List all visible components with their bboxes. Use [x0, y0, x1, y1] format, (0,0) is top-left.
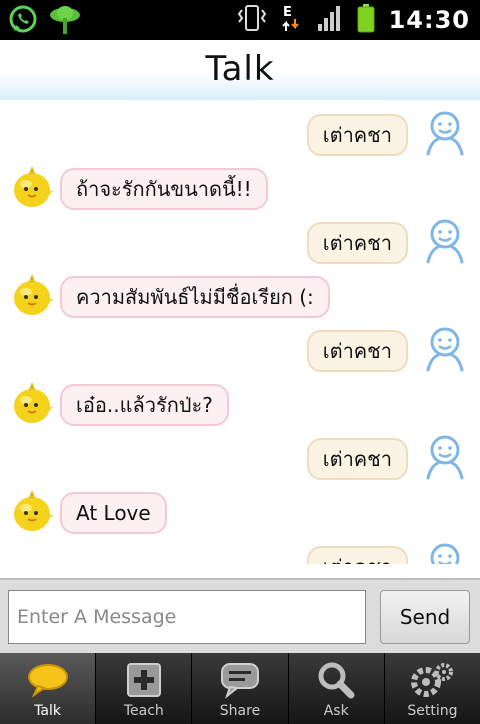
signal-icon — [317, 4, 343, 36]
bot-message-bubble[interactable]: เอ๋อ..แล้วรักป่ะ? — [60, 384, 229, 426]
battery-icon — [357, 3, 375, 37]
my-message-row[interactable]: เต่าคชา — [306, 542, 468, 564]
simsimi-avatar-icon — [10, 488, 56, 538]
chat-bubble-icon — [26, 661, 70, 699]
my-message-row[interactable]: เต่าคชา — [306, 434, 468, 484]
user-avatar-icon — [422, 326, 468, 376]
gears-icon — [410, 661, 454, 699]
bot-message-row[interactable]: ความสัมพันธ์ไม่มีชื่อเรียก (: — [10, 272, 330, 322]
my-message-row[interactable]: เต่าคชา — [306, 326, 468, 376]
magnifier-icon — [314, 661, 358, 699]
my-message-bubble[interactable]: เต่าคชา — [306, 546, 408, 564]
bottom-nav: Talk Teach Share Ask Setting — [0, 653, 480, 724]
send-button[interactable]: Send — [380, 590, 470, 644]
chat-area[interactable]: เต่าคชา ถ้าจะรักกันขนาดนี้!! เต่าคชา ความสั… — [0, 100, 480, 564]
network-e-icon: E — [281, 3, 303, 37]
bot-message-bubble[interactable]: ถ้าจะรักกันขนาดนี้!! — [60, 168, 268, 210]
nav-label-ask: Ask — [323, 703, 349, 719]
bot-message-row[interactable]: At Love — [10, 488, 167, 538]
nav-item-talk[interactable]: Talk — [0, 653, 97, 724]
nav-label-share: Share — [219, 703, 261, 719]
clover-icon — [48, 4, 82, 40]
nav-label-teach: Teach — [123, 703, 164, 719]
simsimi-avatar-icon — [10, 164, 56, 214]
plus-box-icon — [122, 661, 166, 699]
whatsapp-icon — [8, 5, 38, 39]
my-message-row[interactable]: เต่าคชา — [306, 218, 468, 268]
message-input[interactable] — [8, 590, 366, 644]
bot-message-bubble[interactable]: ความสัมพันธ์ไม่มีชื่อเรียก (: — [60, 276, 330, 318]
bot-message-row[interactable]: เอ๋อ..แล้วรักป่ะ? — [10, 380, 229, 430]
svg-text:E: E — [283, 5, 292, 20]
page-title: Talk — [205, 49, 275, 89]
bot-message-bubble[interactable]: At Love — [60, 492, 167, 534]
user-avatar-icon — [422, 218, 468, 268]
nav-label-setting: Setting — [407, 703, 458, 719]
nav-item-teach[interactable]: Teach — [96, 653, 193, 724]
vibrate-icon — [237, 4, 267, 36]
user-avatar-icon — [422, 542, 468, 564]
simsimi-avatar-icon — [10, 380, 56, 430]
simsimi-avatar-icon — [10, 272, 56, 322]
message-compose-bar: Send — [0, 578, 480, 655]
nav-label-talk: Talk — [34, 703, 61, 719]
user-avatar-icon — [422, 434, 468, 484]
my-message-bubble[interactable]: เต่าคชา — [306, 222, 408, 264]
bot-message-row[interactable]: ถ้าจะรักกันขนาดนี้!! — [10, 164, 268, 214]
nav-item-ask[interactable]: Ask — [289, 653, 385, 724]
my-message-bubble[interactable]: เต่าคชา — [306, 114, 408, 156]
my-message-bubble[interactable]: เต่าคชา — [306, 438, 408, 480]
status-bar: E 14:30 — [0, 0, 480, 40]
share-bubble-icon — [218, 661, 262, 699]
user-avatar-icon — [422, 110, 468, 160]
app-header: Talk — [0, 40, 480, 100]
my-message-row[interactable]: เต่าคชา — [306, 110, 468, 160]
my-message-bubble[interactable]: เต่าคชา — [306, 330, 408, 372]
nav-item-share[interactable]: Share — [192, 653, 289, 724]
nav-item-setting[interactable]: Setting — [385, 653, 480, 724]
clock-time: 14:30 — [388, 6, 470, 34]
